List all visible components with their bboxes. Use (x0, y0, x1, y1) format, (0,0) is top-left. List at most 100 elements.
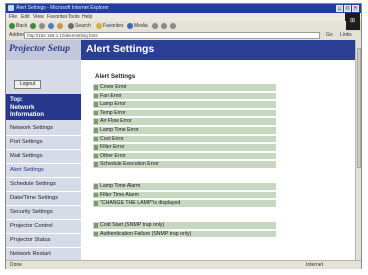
alert-marker-icon (94, 128, 98, 133)
nav-top-line: Network (10, 103, 35, 111)
sidebar-item-date-time-settings[interactable]: Date/Time Settings (6, 192, 81, 206)
sidebar-item-projector-control[interactable]: Projector Control (6, 220, 81, 234)
alert-row-other-error[interactable]: Other Error (93, 152, 276, 160)
section-title: Alert Settings (95, 73, 136, 80)
nav-top-network-information[interactable]: Top: Network Information (6, 94, 81, 120)
internet-zone: Internet (306, 262, 323, 268)
mail-icon[interactable] (161, 23, 167, 29)
logo-text: Projector Setup (9, 44, 70, 54)
page-title: Alert Settings (86, 43, 155, 55)
close-icon[interactable]: × (352, 5, 359, 12)
alert-row-lamp-time-error[interactable]: Lamp Time Error (93, 127, 276, 134)
alert-marker-icon (94, 93, 98, 99)
alert-marker-icon (94, 162, 98, 167)
alert-marker-icon (94, 192, 98, 198)
alert-row-label: "CHANGE THE LAMP"is displayed (100, 200, 181, 207)
sidebar-item-security-settings[interactable]: Security Settings (6, 206, 81, 220)
maximize-icon[interactable]: □ (344, 5, 351, 12)
window-title: Alert Settings - Microsoft Internet Expl… (16, 5, 109, 11)
stop-icon[interactable] (39, 23, 45, 29)
alert-marker-icon (94, 201, 98, 206)
back-button[interactable]: Back (16, 22, 27, 30)
alert-row-label: Temp Error (100, 109, 126, 116)
sidebar-item-network-restart[interactable]: Network Restart (6, 248, 81, 260)
alert-row-cold-start[interactable]: Cold Start (SNMP trap only) (93, 222, 276, 229)
menu-view[interactable]: View (33, 14, 44, 20)
alert-row-lamp-time-alarm[interactable]: Lamp Time Alarm (93, 183, 276, 190)
alert-row-change-the-lamp[interactable]: "CHANGE THE LAMP"is displayed (93, 200, 276, 207)
menu-tools[interactable]: Tools (68, 14, 80, 20)
sidebar-item-port-settings[interactable]: Port Settings (6, 136, 81, 150)
search-button[interactable]: Search (75, 22, 91, 30)
nav-top-line: Information (10, 111, 45, 119)
menu-help[interactable]: Help (82, 14, 92, 20)
page-content: Projector Setup Alert Settings Logout To… (6, 40, 355, 260)
alert-row-label: Filter Time Alarm (100, 191, 139, 198)
menu-edit[interactable]: Edit (21, 14, 30, 20)
address-input[interactable]: http://192.168.1.10/alertsetting.html (24, 32, 320, 39)
menu-file[interactable]: File (9, 14, 17, 20)
toolbar: Back Search Favorites Media (6, 21, 346, 31)
media-icon[interactable] (127, 23, 133, 29)
alert-marker-icon (94, 102, 98, 107)
home-icon[interactable] (57, 23, 63, 29)
menu-bar: File Edit View Favorites Tools Help (6, 13, 361, 21)
favorites-button[interactable]: Favorites (103, 22, 124, 30)
alert-row-authentication-failure[interactable]: Authentication Failure (SNMP trap only) (93, 230, 276, 238)
search-icon[interactable] (68, 23, 74, 29)
alert-row-filter-error[interactable]: Filter Error (93, 144, 276, 151)
go-button[interactable]: Go (326, 32, 333, 39)
refresh-icon[interactable] (48, 23, 54, 29)
alert-marker-icon (94, 231, 98, 237)
alert-row-air-flow-error[interactable]: Air Flow Error (93, 118, 276, 126)
alert-marker-icon (94, 119, 98, 124)
scroll-thumb[interactable] (357, 48, 361, 168)
alert-row-label: Fan Error (100, 92, 122, 99)
minimize-icon[interactable]: _ (336, 5, 343, 12)
vertical-scrollbar[interactable] (355, 40, 361, 260)
sidebar-item-alert-settings[interactable]: Alert Settings (6, 164, 81, 178)
alert-marker-icon (94, 184, 98, 189)
favorites-star-icon[interactable] (96, 23, 102, 29)
alert-row-filter-time-alarm[interactable]: Filter Time Alarm (93, 191, 276, 199)
sidebar-item-schedule-settings[interactable]: Schedule Settings (6, 178, 81, 192)
alert-row-label: Cold Start (SNMP trap only) (100, 222, 165, 228)
alert-row-label: Filter Error (100, 144, 125, 151)
alert-row-label: Lamp Time Error (100, 127, 139, 133)
forward-arrow-icon[interactable] (30, 23, 36, 29)
menu-favorites[interactable]: Favorites (47, 14, 68, 20)
address-bar: Address http://192.168.1.10/alertsetting… (6, 31, 361, 40)
alert-row-label: Schedule Execution Error (100, 161, 159, 168)
sidebar-item-projector-status[interactable]: Projector Status (6, 234, 81, 248)
alert-row-cool-error[interactable]: Cool Error (93, 135, 276, 143)
alert-row-label: Lamp Error (100, 101, 126, 108)
alert-marker-icon (94, 145, 98, 150)
page-header: Alert Settings (81, 40, 355, 60)
sidebar-item-network-settings[interactable]: Network Settings (6, 122, 81, 136)
back-arrow-icon[interactable] (9, 23, 15, 29)
sidebar-item-mail-settings[interactable]: Mail Settings (6, 150, 81, 164)
ie-icon (8, 5, 14, 11)
alert-row-label: Authentication Failure (SNMP trap only) (100, 230, 192, 237)
alert-row-lamp-error[interactable]: Lamp Error (93, 101, 276, 108)
title-bar: Alert Settings - Microsoft Internet Expl… (6, 4, 361, 13)
alert-row-fan-error[interactable]: Fan Error (93, 92, 276, 100)
alert-row-label: Lamp Time Alarm (100, 183, 141, 189)
alert-marker-icon (94, 85, 98, 90)
print-icon[interactable] (170, 23, 176, 29)
links-button[interactable]: Links (340, 32, 352, 39)
status-text: Done (10, 262, 22, 268)
logout-button[interactable]: Logout (14, 80, 41, 89)
alert-row-temp-error[interactable]: Temp Error (93, 109, 276, 117)
status-bar: Done Internet (6, 260, 361, 269)
logo: Projector Setup (6, 40, 81, 60)
alert-row-cover-error[interactable]: Cover Error (93, 84, 276, 91)
nav-top-line: Top: (10, 96, 23, 103)
alert-row-schedule-execution-error[interactable]: Schedule Execution Error (93, 161, 276, 169)
history-icon[interactable] (152, 23, 158, 29)
browser-window: Alert Settings - Microsoft Internet Expl… (5, 3, 362, 269)
main-panel: Alert Settings Cover Error Fan Error Lam… (81, 60, 355, 260)
media-button[interactable]: Media (134, 22, 148, 30)
alert-marker-icon (94, 153, 98, 159)
alert-row-label: Cool Error (100, 135, 124, 142)
